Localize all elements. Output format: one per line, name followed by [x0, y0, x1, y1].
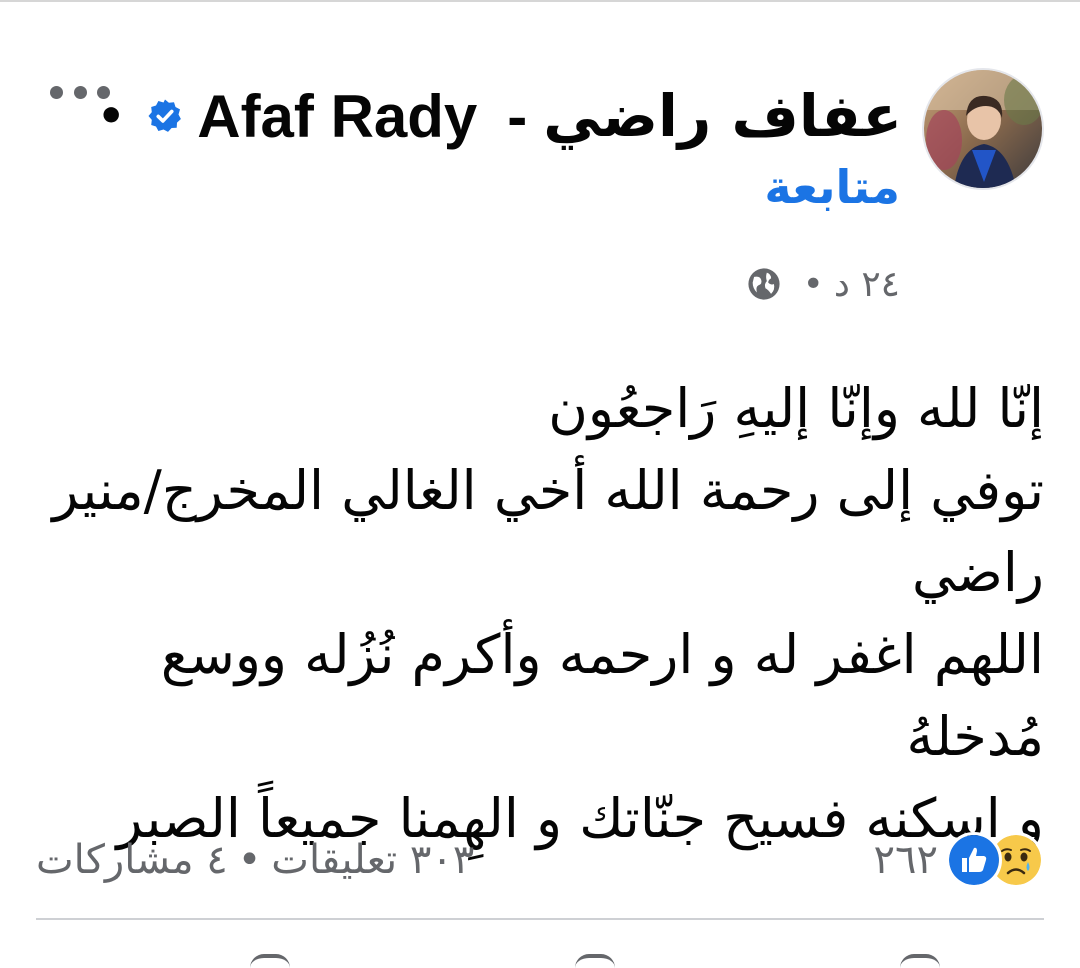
- meta-dot: •: [802, 263, 824, 305]
- share-icon: [250, 954, 290, 968]
- post-text: إنّا لله وإنّا إليهِ رَاجعُون توفي إلى ر…: [34, 368, 1044, 860]
- post-text-line: اللهم اغفر له و ارحمه وأكرم نُزُله ووسع …: [160, 623, 1044, 768]
- post-time[interactable]: ٢٤ د: [834, 264, 900, 305]
- reaction-icons: [946, 832, 1044, 888]
- author-name-english[interactable]: Afaf Rady: [197, 82, 477, 151]
- author-name-arabic[interactable]: عفاف راضي: [543, 82, 902, 150]
- like-icon: [900, 954, 940, 968]
- shares-count[interactable]: ٤ مشاركات: [36, 837, 228, 883]
- more-dot-icon: [50, 85, 63, 99]
- post-stats: ٢٦٢ ٣٠٣ تعليقات • ٤ مشاركات: [36, 830, 1044, 890]
- author-name-separator: -: [507, 82, 528, 150]
- author-avatar[interactable]: [922, 68, 1044, 190]
- like-reaction-icon: [946, 832, 1002, 888]
- author-header: عفاف راضي - Afaf Rady •: [97, 78, 902, 154]
- follow-button[interactable]: متابعة: [764, 160, 900, 214]
- top-divider: [0, 0, 1080, 2]
- stats-divider: [36, 918, 1044, 920]
- more-dot-icon: [97, 85, 110, 99]
- comments-count[interactable]: ٣٠٣ تعليقات: [271, 837, 474, 883]
- globe-icon: [748, 268, 780, 300]
- post-meta: ٢٤ د •: [747, 262, 900, 306]
- action-bar-peek: [0, 950, 1080, 968]
- post-text-line: توفي إلى رحمة الله أخي الغالي المخرج/مني…: [52, 459, 1044, 604]
- reaction-count: ٢٦٢: [873, 837, 938, 883]
- verified-badge-icon: [148, 99, 182, 132]
- engagement-counts: ٣٠٣ تعليقات • ٤ مشاركات: [36, 830, 474, 890]
- reactions-summary[interactable]: ٢٦٢: [874, 830, 1044, 890]
- more-options-button[interactable]: [50, 78, 110, 106]
- post-text-line: إنّا لله وإنّا إليهِ رَاجعُون: [548, 377, 1044, 440]
- stats-separator: •: [237, 837, 262, 883]
- comment-icon: [575, 954, 615, 968]
- more-dot-icon: [73, 85, 87, 99]
- avatar-image: [924, 70, 1042, 188]
